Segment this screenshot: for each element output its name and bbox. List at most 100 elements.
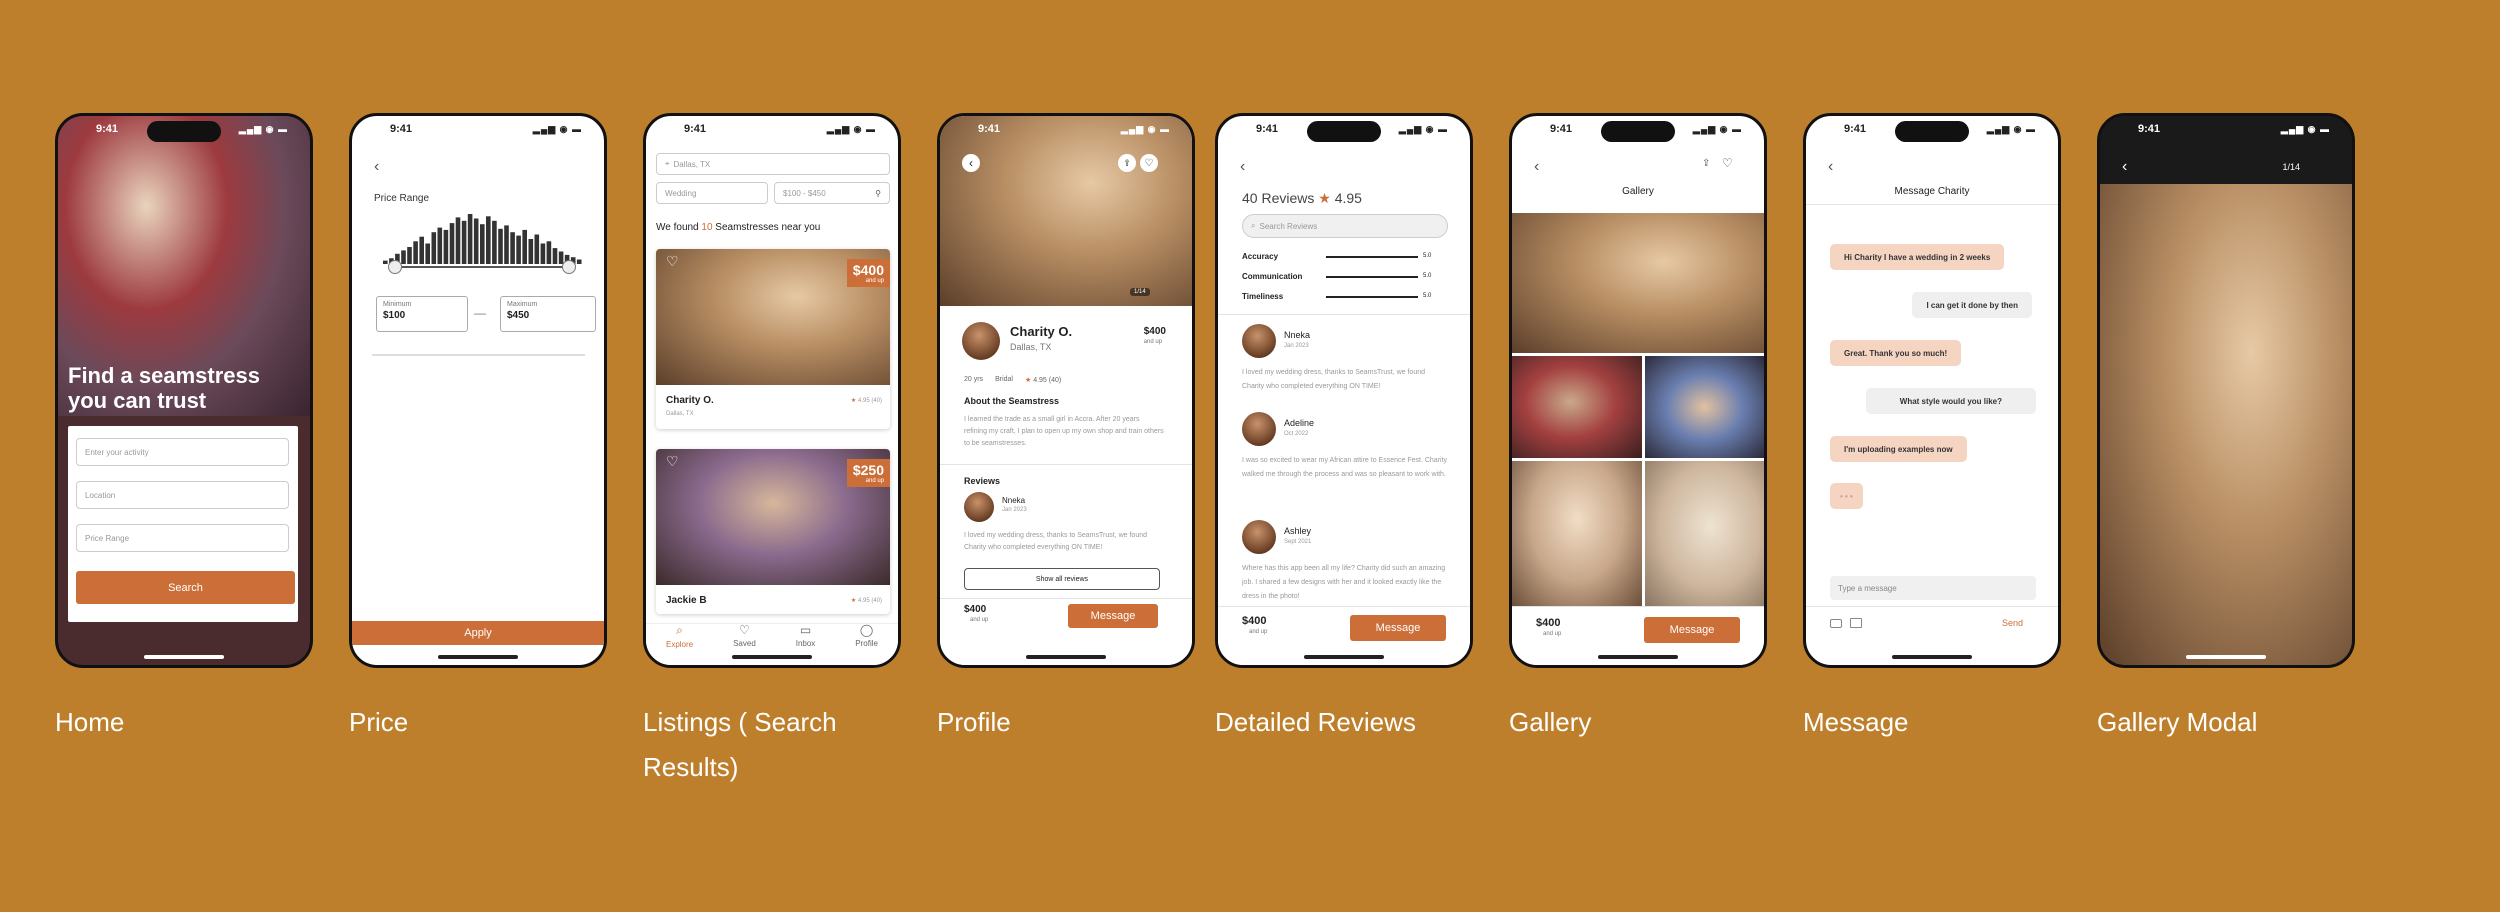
gallery-modal-photo[interactable] [2100, 184, 2352, 665]
max-price-box[interactable]: Maximum $450 [500, 296, 596, 332]
histogram-bar [419, 236, 424, 264]
gallery-screen: 9:41 ▂▄▆ ◉ ▬ ‹ ⇪ ♡ Gallery $400 and up Me… [1509, 113, 1767, 668]
gallery-modal-screen: 9:41 ▂▄▆ ◉ ▬ ‹ 1/14 [2097, 113, 2355, 668]
caption-message: Message [1803, 707, 1909, 737]
histogram-bar [407, 247, 412, 264]
home-indicator [438, 655, 518, 659]
tab-profile[interactable]: ◯ Profile [855, 623, 878, 649]
back-icon[interactable]: ‹ [962, 154, 980, 172]
share-icon[interactable]: ⇪ [1702, 158, 1710, 169]
message-button[interactable]: Message [1350, 615, 1446, 641]
heart-icon[interactable]: ♡ [666, 453, 679, 470]
search-button[interactable]: Search [76, 571, 295, 604]
reviewer-name: Adeline [1284, 418, 1315, 428]
activity-input[interactable]: Enter your activity [76, 438, 289, 466]
caption-listings: Listings ( Search Results) [643, 707, 837, 782]
status-time: 9:41 [1256, 123, 1279, 135]
profile-screen: 9:41 ▂▄▆ ◉ ▬ ‹ ⇪ ♡ 1/14 Charity O. Dallas… [937, 113, 1195, 668]
price-range-input[interactable]: Price Range [76, 524, 289, 552]
send-button[interactable]: Send [2002, 618, 2023, 628]
heart-icon[interactable]: ♡ [666, 253, 679, 270]
histogram-bar [498, 228, 503, 264]
share-icon[interactable]: ⇪ [1118, 154, 1136, 172]
message-button[interactable]: Message [1068, 604, 1158, 628]
gallery-photo[interactable] [1512, 461, 1642, 606]
home-headline: Find a seamstress you can trust [68, 363, 260, 413]
search-reviews-input[interactable]: ⌕ Search Reviews [1242, 214, 1448, 238]
home-indicator [732, 655, 812, 659]
profile-and-up: and up [1143, 339, 1162, 345]
caption-gallery: Gallery [1509, 707, 1592, 737]
home-indicator [1598, 655, 1678, 659]
inbox-icon: ▭ [799, 623, 812, 637]
histogram-bar [534, 234, 540, 264]
reviews-count: 40 Reviews [1242, 190, 1315, 206]
gallery-photo[interactable] [1645, 356, 1764, 458]
reviews-header: 40 Reviews ★ 4.95 [1242, 190, 1362, 207]
divider [940, 464, 1192, 465]
back-icon[interactable]: ‹ [1240, 158, 1245, 176]
tab-label: Profile [855, 639, 878, 648]
status-bar: 9:41 ▂▄▆ ◉ ▬ [2100, 116, 2352, 142]
location-search-input[interactable]: ⌖ Dallas, TX [656, 153, 890, 175]
status-icons: ▂▄▆ ◉ ▬ [532, 123, 582, 134]
dynamic-island [1895, 121, 1969, 142]
status-icons: ▂▄▆ ◉ ▬ [1398, 123, 1448, 134]
show-all-reviews-button[interactable]: Show all reviews [964, 568, 1160, 590]
min-price-box[interactable]: Minimum $100 [376, 296, 468, 332]
tab-label: Explore [665, 640, 694, 649]
histogram-bar [528, 239, 534, 264]
status-icons: ▂▄▆ ◉ ▬ [1120, 123, 1170, 134]
reviewer-name: Ashley [1284, 526, 1312, 536]
max-label: Maximum [507, 301, 538, 308]
category-label: Accuracy [1242, 252, 1279, 261]
category-label: Timeliness [1242, 292, 1284, 301]
category-value: Wedding [665, 188, 697, 198]
search-icon: ⌕ [676, 623, 683, 637]
listing-card[interactable]: ♡ $400 and up Charity O. Dallas, TX ★ 4.… [656, 249, 890, 429]
dynamic-island [147, 121, 221, 142]
review-date: Jan 2023 [1284, 343, 1309, 349]
filter-icon[interactable]: ⚲ [875, 189, 881, 198]
back-icon[interactable]: ‹ [2122, 158, 2127, 176]
back-icon[interactable]: ‹ [1828, 158, 1833, 176]
divider [1806, 606, 2058, 607]
camera-icon[interactable] [1830, 619, 1842, 628]
timeliness-bar [1326, 296, 1418, 298]
back-icon[interactable]: ‹ [1534, 158, 1539, 176]
gallery-photo[interactable] [1645, 461, 1764, 606]
category-filter[interactable]: Wedding [656, 182, 768, 204]
message-screen: 9:41 ▂▄▆ ◉ ▬ ‹ Message Charity Hi Charity… [1803, 113, 2061, 668]
profile-card: Charity O. Dallas, TX $400 and up 20 yrs… [940, 306, 1192, 665]
tab-saved[interactable]: ♡ Saved [733, 623, 756, 649]
histogram-bar [467, 214, 473, 264]
gallery-photo[interactable] [1512, 356, 1642, 458]
price-filter[interactable]: $100 - $450 ⚲ [774, 182, 890, 204]
divider [940, 598, 1192, 599]
caption-reviews: Detailed Reviews [1215, 707, 1416, 737]
status-time: 9:41 [1550, 123, 1573, 135]
gallery-photo[interactable] [1512, 213, 1764, 353]
found-prefix: We found [656, 222, 702, 233]
badge-price: $250 [852, 462, 884, 478]
range-slider-track[interactable] [394, 266, 569, 268]
tab-explore[interactable]: ⌕ Explore [666, 623, 693, 649]
apply-button[interactable]: Apply [352, 621, 604, 645]
message-button[interactable]: Message [1644, 617, 1740, 643]
heart-icon[interactable]: ♡ [1140, 154, 1158, 172]
status-bar: 9:41 ▂▄▆ ◉ ▬ [352, 116, 604, 142]
max-value: $450 [507, 310, 530, 321]
tab-inbox[interactable]: ▭ Inbox [796, 623, 816, 649]
location-input[interactable]: Location [76, 481, 289, 509]
image-icon[interactable] [1850, 618, 1862, 628]
status-icons: ▂▄▆ ◉ ▬ [1986, 123, 2036, 134]
range-slider-min-handle[interactable] [388, 260, 402, 274]
review-date: Sept 2021 [1284, 539, 1312, 545]
range-slider-max-handle[interactable] [562, 260, 576, 274]
histogram-bar [540, 243, 546, 264]
listing-card[interactable]: ♡ $250 and up Jackie B ★ 4.95 (40) [656, 449, 890, 614]
heart-icon[interactable]: ♡ [1722, 156, 1733, 170]
review-text: I loved my wedding dress, thanks to Seam… [964, 532, 1147, 551]
back-icon[interactable]: ‹ [374, 158, 379, 176]
message-input[interactable]: Type a message [1830, 576, 2036, 600]
